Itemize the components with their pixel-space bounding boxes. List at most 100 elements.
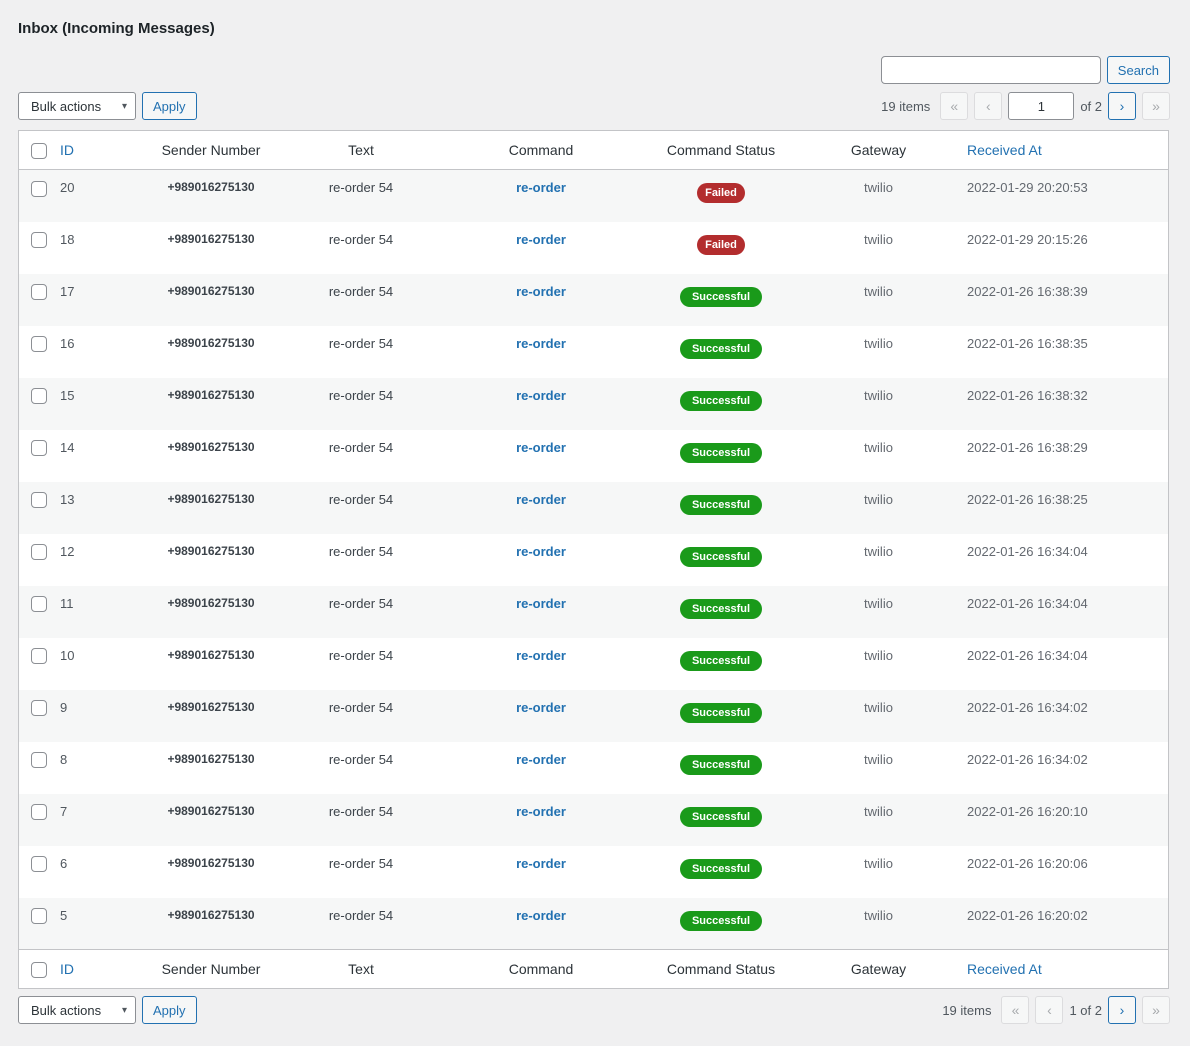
status-badge: Successful: [679, 598, 763, 619]
tablenav-top: Bulk actions ▾ Apply 19 items « ‹ of 2 ›…: [18, 91, 1170, 121]
command-link[interactable]: re-order: [516, 232, 566, 247]
cell-received: 2022-01-26 16:38:25: [967, 491, 1088, 507]
cell-gateway: twilio: [864, 283, 893, 299]
row-checkbox[interactable]: [31, 804, 47, 821]
command-link[interactable]: re-order: [516, 284, 566, 299]
cell-text: re-order 54: [328, 439, 394, 455]
cell-sender: +989016275130: [167, 803, 255, 818]
row-checkbox[interactable]: [31, 440, 47, 457]
select-all-checkbox-footer[interactable]: [31, 961, 47, 978]
table-row: 18 +989016275130 re-order 54 re-order Failed…: [19, 222, 1168, 274]
command-link[interactable]: re-order: [516, 440, 566, 455]
command-link[interactable]: re-order: [516, 752, 566, 767]
prev-page-button-bottom[interactable]: ‹: [1035, 996, 1064, 1024]
first-page-button-bottom[interactable]: «: [1001, 996, 1030, 1024]
row-checkbox[interactable]: [31, 700, 47, 717]
command-link[interactable]: re-order: [516, 648, 566, 663]
cell-sender: +989016275130: [167, 699, 255, 714]
bulk-actions-select[interactable]: Bulk actions ▾: [18, 92, 136, 120]
cell-status: Successful: [651, 482, 791, 534]
row-checkbox[interactable]: [31, 856, 47, 873]
next-page-button[interactable]: ›: [1108, 92, 1136, 120]
cell-command: re-order: [431, 846, 651, 898]
command-link[interactable]: re-order: [516, 908, 566, 923]
row-select-cell: [19, 534, 59, 586]
page-indicator-bottom: 1 of 2: [1069, 1002, 1102, 1018]
search-button[interactable]: Search: [1106, 56, 1170, 84]
row-checkbox[interactable]: [31, 596, 47, 613]
cell-gateway: twilio: [864, 491, 893, 507]
cell-id: 12: [60, 543, 75, 559]
row-checkbox[interactable]: [31, 284, 47, 301]
current-page-input[interactable]: [1008, 92, 1075, 120]
column-header-command: Command: [431, 131, 651, 170]
cell-command: re-order: [431, 638, 651, 690]
column-header-id[interactable]: ID: [59, 131, 131, 170]
command-link[interactable]: re-order: [516, 492, 566, 507]
cell-sender: +989016275130: [167, 180, 255, 194]
command-link[interactable]: re-order: [516, 596, 566, 611]
items-count: 19 items: [881, 98, 931, 114]
status-badge: Successful: [679, 286, 763, 307]
cell-id: 20: [60, 180, 75, 195]
row-checkbox[interactable]: [31, 908, 47, 925]
command-link[interactable]: re-order: [516, 804, 566, 819]
column-footer-gateway: Gateway: [791, 949, 966, 988]
row-checkbox[interactable]: [31, 492, 47, 509]
apply-button-bottom[interactable]: Apply: [142, 996, 197, 1024]
column-footer-received[interactable]: Received At: [966, 949, 1168, 988]
row-checkbox[interactable]: [31, 232, 47, 249]
cell-gateway: twilio: [864, 803, 893, 819]
cell-sender: +989016275130: [167, 387, 255, 402]
cell-sender: +989016275130: [167, 543, 255, 558]
table-row: 12 +989016275130 re-order 54 re-order Succes…: [19, 534, 1168, 586]
cell-status: Successful: [651, 846, 791, 898]
apply-button[interactable]: Apply: [142, 92, 197, 120]
total-pages: of 2: [1080, 98, 1102, 114]
cell-text: re-order 54: [328, 387, 394, 403]
search-input[interactable]: [880, 56, 1101, 84]
cell-id: 14: [60, 439, 75, 455]
status-badge: Successful: [679, 806, 763, 827]
cell-gateway: twilio: [864, 907, 893, 923]
row-select-cell: [19, 482, 59, 534]
row-checkbox[interactable]: [31, 544, 47, 561]
cell-sender: +989016275130: [167, 283, 255, 298]
cell-status: Successful: [651, 638, 791, 690]
command-link[interactable]: re-order: [516, 700, 566, 715]
command-link[interactable]: re-order: [516, 180, 566, 195]
row-checkbox[interactable]: [31, 648, 47, 665]
row-checkbox[interactable]: [31, 336, 47, 353]
prev-page-button[interactable]: ‹: [974, 92, 1003, 120]
cell-id: 17: [60, 283, 75, 299]
first-page-button[interactable]: «: [940, 92, 969, 120]
select-all-cell-footer: [19, 949, 59, 988]
cell-received: 2022-01-26 16:20:02: [967, 907, 1088, 923]
cell-sender: +989016275130: [167, 439, 255, 454]
last-page-button[interactable]: »: [1142, 92, 1170, 120]
command-link[interactable]: re-order: [516, 856, 566, 871]
cell-gateway: twilio: [864, 387, 893, 403]
column-footer-id[interactable]: ID: [59, 949, 131, 988]
cell-gateway: twilio: [864, 231, 893, 247]
last-page-button-bottom[interactable]: »: [1142, 996, 1170, 1024]
next-page-button-bottom[interactable]: ›: [1108, 996, 1136, 1024]
row-checkbox[interactable]: [31, 388, 47, 405]
row-checkbox[interactable]: [31, 752, 47, 769]
bulk-actions-select-bottom[interactable]: Bulk actions ▾: [18, 996, 136, 1024]
column-footer-sender: Sender Number: [131, 949, 291, 988]
cell-received: 2022-01-26 16:34:02: [967, 751, 1088, 767]
command-link[interactable]: re-order: [516, 388, 566, 403]
cell-text: re-order 54: [328, 231, 394, 247]
select-all-checkbox[interactable]: [31, 142, 47, 159]
command-link[interactable]: re-order: [516, 336, 566, 351]
table-row: 20 +989016275130 re-order 54 re-order Failed…: [19, 169, 1168, 222]
cell-gateway: twilio: [864, 699, 893, 715]
cell-received: 2022-01-26 16:38:35: [967, 335, 1088, 351]
status-badge: Successful: [679, 858, 763, 879]
column-header-received[interactable]: Received At: [966, 131, 1168, 170]
row-select-cell: [19, 898, 59, 950]
cell-gateway: twilio: [864, 751, 893, 767]
row-checkbox[interactable]: [31, 180, 47, 197]
command-link[interactable]: re-order: [516, 544, 566, 559]
